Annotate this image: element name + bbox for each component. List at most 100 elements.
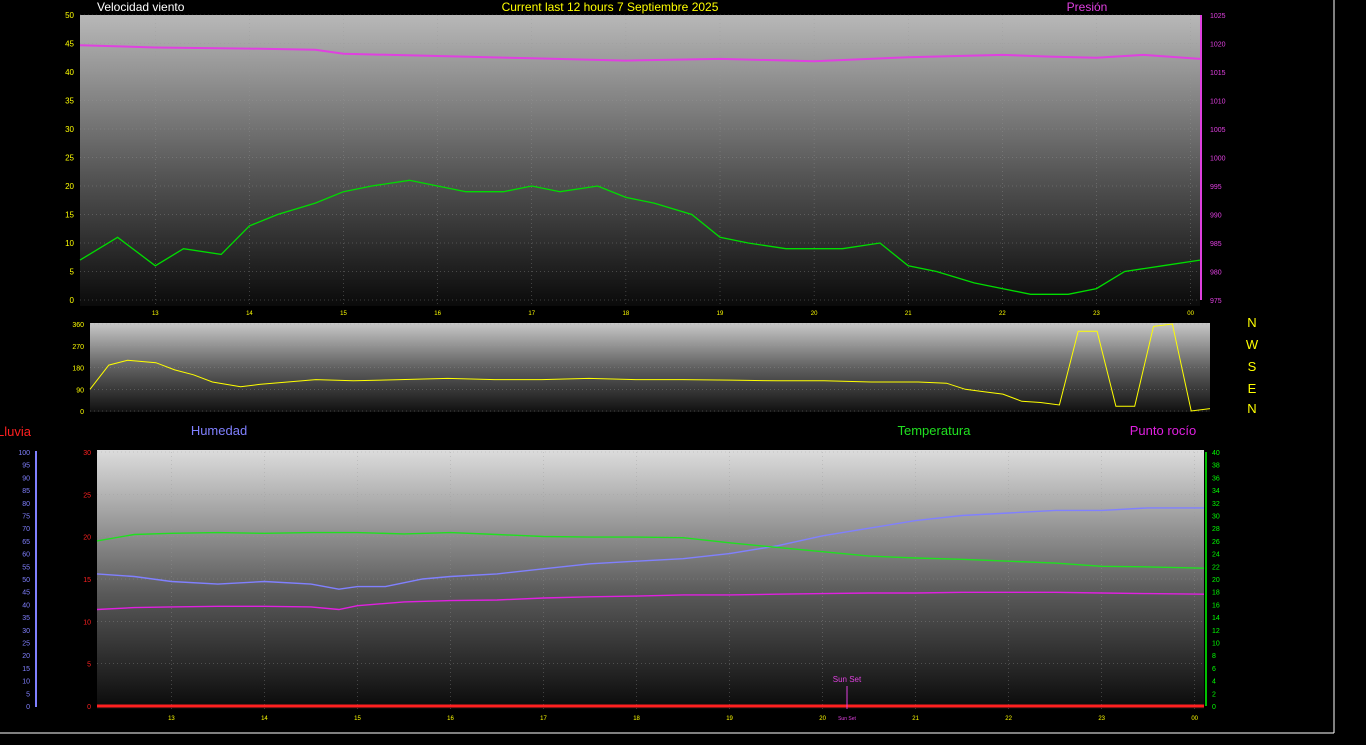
temperature-tick-label: 30 <box>1212 514 1220 521</box>
wind-tick-label: 0 <box>70 296 75 305</box>
wind-tick-label: 5 <box>70 268 75 277</box>
humidity-tick-label: 80 <box>22 501 30 508</box>
humidity-tick-label: 10 <box>22 679 30 686</box>
wind-tick-label: 45 <box>65 40 74 49</box>
temperature-tick-label: 4 <box>1212 679 1216 686</box>
humidity-tick-label: 20 <box>22 653 30 660</box>
humidity-tick-label: 40 <box>22 602 30 609</box>
humidity-tick-label: 70 <box>22 526 30 533</box>
humidity-tick-label: 15 <box>22 666 30 673</box>
temperature-tick-label: 2 <box>1212 691 1216 698</box>
temperature-tick-label: 32 <box>1212 501 1220 508</box>
climate-x-tick-label: 18 <box>633 716 640 722</box>
pressure-tick-label: 980 <box>1210 270 1222 277</box>
pressure-tick-label: 1000 <box>1210 156 1226 163</box>
temperature-tick-label: 6 <box>1212 666 1216 673</box>
wind-tick-label: 40 <box>65 68 74 77</box>
climate-x-tick-label: 20 <box>819 716 826 722</box>
rain-tick-label: 0 <box>87 704 91 711</box>
pressure-tick-label: 1005 <box>1210 127 1226 134</box>
climate-x-tick-label: 17 <box>540 716 547 722</box>
direction-tick-label: 270 <box>72 344 84 351</box>
rain-tick-label: 30 <box>83 450 91 457</box>
humidity-tick-label: 75 <box>22 514 30 521</box>
humidity-tick-label: 45 <box>22 590 30 597</box>
humidity-tick-label: 0 <box>26 704 30 711</box>
wind-x-tick-label: 18 <box>623 311 630 317</box>
temperature-tick-label: 26 <box>1212 539 1220 546</box>
wind-tick-label: 20 <box>65 182 74 191</box>
rain-label: Lluvia <box>0 424 32 439</box>
climate-x-tick-label: 16 <box>447 716 454 722</box>
climate-x-tick-label: 15 <box>354 716 361 722</box>
rain-tick-label: 20 <box>83 535 91 542</box>
direction-tick-label: 0 <box>80 409 84 416</box>
rain-tick-label: 15 <box>83 577 91 584</box>
dewpoint-label: Punto rocío <box>1130 423 1197 438</box>
humidity-tick-label: 35 <box>22 615 30 622</box>
temperature-tick-label: 18 <box>1212 590 1220 597</box>
wind-x-tick-label: 15 <box>340 311 347 317</box>
wind-x-tick-label: 00 <box>1187 311 1194 317</box>
temperature-tick-label: 22 <box>1212 564 1220 571</box>
direction-tick-label: 360 <box>72 322 84 329</box>
rain-tick-label: 5 <box>87 662 91 669</box>
temperature-tick-label: 14 <box>1212 615 1220 622</box>
humidity-tick-label: 65 <box>22 539 30 546</box>
humidity-tick-label: 85 <box>22 488 30 495</box>
wind-x-tick-label: 20 <box>811 311 818 317</box>
wind-x-tick-label: 16 <box>434 311 441 317</box>
humidity-tick-label: 5 <box>26 691 30 698</box>
wind-x-tick-label: 21 <box>905 311 912 317</box>
direction-tick-label: 90 <box>76 387 84 394</box>
wind-speed-label: Velocidad viento <box>97 0 185 14</box>
humidity-label: Humedad <box>191 423 247 438</box>
compass-west: W <box>1246 337 1259 352</box>
temperature-tick-label: 24 <box>1212 552 1220 559</box>
temperature-tick-label: 8 <box>1212 653 1216 660</box>
humidity-tick-label: 60 <box>22 552 30 559</box>
wind-x-tick-label: 13 <box>152 311 159 317</box>
climate-x-tick-label: 00 <box>1191 716 1198 722</box>
pressure-tick-label: 975 <box>1210 298 1222 305</box>
chart-title: Current last 12 hours 7 Septiembre 2025 <box>502 0 719 14</box>
temperature-tick-label: 0 <box>1212 704 1216 711</box>
wind-tick-label: 15 <box>65 211 74 220</box>
humidity-tick-label: 50 <box>22 577 30 584</box>
compass-north-bottom: N <box>1247 401 1256 416</box>
pressure-tick-label: 1010 <box>1210 99 1226 106</box>
temperature-tick-label: 40 <box>1212 450 1220 457</box>
wind-tick-label: 35 <box>65 97 74 106</box>
humidity-tick-label: 25 <box>22 641 30 648</box>
rain-tick-label: 25 <box>83 492 91 499</box>
compass-south: S <box>1248 359 1257 374</box>
wind-x-tick-label: 17 <box>528 311 535 317</box>
climate-x-tick-label: 21 <box>912 716 919 722</box>
pressure-tick-label: 1015 <box>1210 70 1226 77</box>
temperature-label: Temperatura <box>898 423 972 438</box>
pressure-tick-label: 1025 <box>1210 13 1226 20</box>
pressure-tick-label: 985 <box>1210 241 1222 248</box>
humidity-tick-label: 90 <box>22 475 30 482</box>
humidity-tick-label: 100 <box>18 450 30 457</box>
wind-tick-label: 25 <box>65 154 74 163</box>
wind-x-tick-label: 19 <box>717 311 724 317</box>
temperature-tick-label: 12 <box>1212 628 1220 635</box>
climate-x-tick-label: 22 <box>1005 716 1012 722</box>
climate-x-tick-label: 14 <box>261 716 268 722</box>
sunset-label: Sun Set <box>833 675 862 684</box>
climate-x-tick-label: 23 <box>1098 716 1105 722</box>
rain-tick-label: 10 <box>83 619 91 626</box>
climate-x-tick-label: 19 <box>726 716 733 722</box>
pressure-label: Presión <box>1067 0 1108 14</box>
wind-x-tick-label: 23 <box>1093 311 1100 317</box>
humidity-tick-label: 30 <box>22 628 30 635</box>
temperature-tick-label: 20 <box>1212 577 1220 584</box>
wind-x-tick-label: 14 <box>246 311 253 317</box>
compass-north-top: N <box>1247 315 1256 330</box>
pressure-tick-label: 990 <box>1210 213 1222 220</box>
humidity-tick-label: 95 <box>22 463 30 470</box>
weather-dashboard: 0510152025303540455097598098599099510001… <box>0 0 1335 734</box>
temperature-tick-label: 36 <box>1212 475 1220 482</box>
climate-panel-background <box>97 450 1204 709</box>
